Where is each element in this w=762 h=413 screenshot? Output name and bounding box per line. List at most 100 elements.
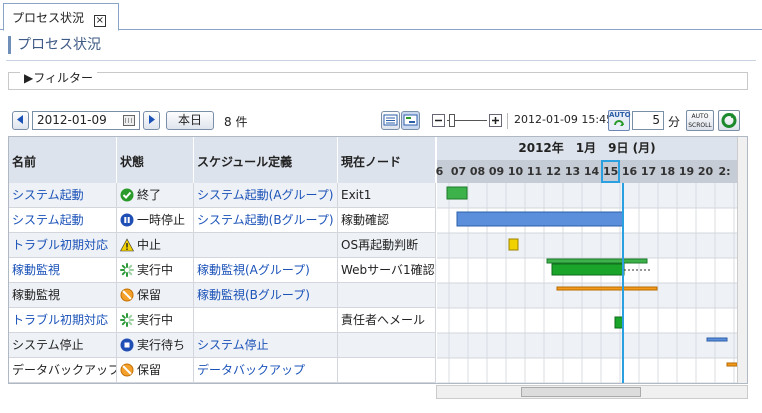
process-status: 保留 (117, 283, 194, 308)
schedule-definition (194, 233, 338, 258)
table-row[interactable]: システム起動 終了 システム起動(Aグループ) Exit1 (9, 183, 436, 208)
process-name[interactable]: トラブル初期対応 (9, 233, 117, 258)
schedule-definition[interactable]: システム起動(Bグループ) (194, 208, 338, 233)
date-input[interactable]: 2012-01-09 (32, 111, 140, 130)
list-view-button[interactable] (381, 111, 400, 130)
current-node (338, 358, 436, 383)
zoom-in-button[interactable] (489, 114, 502, 127)
pause-icon (120, 211, 134, 227)
warning-icon (119, 236, 135, 252)
schedule-definition (194, 308, 338, 333)
table-row[interactable]: トラブル初期対応 実行中 責任者へメール (9, 308, 436, 333)
refresh-button[interactable] (718, 110, 740, 131)
auto-scroll-button[interactable]: AUTO SCROLL (686, 110, 714, 131)
hold-icon (120, 286, 134, 302)
current-node (338, 333, 436, 358)
scrollbar-thumb[interactable] (521, 387, 641, 397)
running-icon (120, 311, 134, 327)
gantt-bar (614, 316, 624, 329)
current-node: 稼動確認 (338, 208, 436, 233)
tab-process-status[interactable]: プロセス状況 × (3, 3, 119, 31)
hold-icon (120, 361, 134, 377)
title-divider (6, 60, 756, 61)
gantt-hour-label: 10 (507, 165, 524, 178)
process-name[interactable]: システム起動 (9, 183, 117, 208)
calendar-icon[interactable] (123, 115, 135, 126)
schedule-definition[interactable]: データバックアップ (194, 358, 338, 383)
gantt-row-band (437, 333, 737, 358)
gantt-bar (726, 362, 737, 367)
gantt-hour-label: 08 (469, 165, 486, 178)
schedule-definition[interactable]: 稼動監視(Aグループ) (194, 258, 338, 283)
refresh-icon (614, 120, 624, 126)
gantt-bar (456, 211, 624, 227)
check-icon (120, 186, 134, 202)
schedule-definition[interactable]: 稼動監視(Bグループ) (194, 283, 338, 308)
process-status: 実行中 (117, 308, 194, 333)
process-status: 終了 (117, 183, 194, 208)
process-name: データバックアップ (9, 358, 117, 383)
gantt-bar (508, 238, 519, 251)
status-label: 一時停止 (137, 213, 186, 227)
gantt-bar (556, 286, 658, 291)
status-label: 中止 (137, 238, 162, 252)
gantt-chart: 2012年 1月 9日 (月) 6 07 08 09 10 11 12 13 14 15 16 17 1… (436, 137, 747, 383)
plus-icon (492, 117, 499, 124)
current-node: Webサーバ1確認 (338, 258, 436, 283)
triangle-right-icon (149, 115, 155, 124)
current-node: Exit1 (338, 183, 436, 208)
column-header-node[interactable]: 現在ノード (338, 137, 436, 183)
gantt-body (437, 183, 737, 383)
zoom-slider-handle[interactable] (449, 114, 455, 127)
process-status: 実行待ち (117, 333, 194, 358)
date-value: 2012-01-09 (37, 113, 107, 127)
next-day-button[interactable] (143, 111, 160, 130)
status-label: 実行中 (137, 313, 174, 327)
schedule-definition[interactable]: システム起動(Aグループ) (194, 183, 338, 208)
tab-strip: プロセス状況 × (0, 0, 762, 31)
table-row[interactable]: 稼動監視 実行中 稼動監視(Aグループ) Webサーバ1確認 (9, 258, 436, 283)
refresh-interval-input[interactable]: 5 (632, 111, 664, 130)
auto-refresh-button[interactable]: AUTO (608, 110, 631, 131)
process-name[interactable]: トラブル初期対応 (9, 308, 117, 333)
vertical-scrollbar[interactable] (737, 137, 747, 383)
filter-panel (8, 72, 748, 89)
refresh-icon (721, 113, 737, 128)
column-header-schedule[interactable]: スケジュール定義 (194, 137, 338, 183)
minus-icon (435, 119, 442, 122)
process-name[interactable]: システム起動 (9, 208, 117, 233)
gantt-hour-label: 17 (640, 165, 657, 178)
gantt-hour-label: 18 (659, 165, 676, 178)
gantt-hour-label: 15 (601, 160, 620, 183)
table-row[interactable]: システム停止 実行待ち システム停止 (9, 333, 436, 358)
process-table: 名前 状態 スケジュール定義 現在ノード システム起動 終了 システム起動(Aグルー… (8, 136, 748, 384)
gantt-bar (546, 258, 648, 264)
gantt-bar (446, 186, 468, 200)
prev-day-button[interactable] (12, 111, 29, 130)
gantt-hour-label: 13 (564, 165, 581, 178)
status-label: 実行中 (137, 263, 174, 277)
table-row[interactable]: 稼動監視 保留 稼動監視(Bグループ) (9, 283, 436, 308)
column-header-status[interactable]: 状態 (117, 137, 194, 183)
process-status: 一時停止 (117, 208, 194, 233)
process-name: 稼動監視 (9, 283, 117, 308)
close-icon[interactable]: × (93, 15, 106, 27)
auto-label: AUTO (609, 111, 631, 119)
schedule-definition[interactable]: システム停止 (194, 333, 338, 358)
horizontal-scrollbar[interactable] (436, 385, 748, 399)
list-view-icon (383, 114, 398, 126)
filter-toggle[interactable]: ▶フィルター (20, 71, 97, 85)
today-button[interactable]: 本日 (166, 111, 214, 130)
gantt-row-band (437, 308, 737, 333)
table-row[interactable]: システム起動 一時停止 システム起動(Bグループ) 稼動確認 (9, 208, 436, 233)
zoom-out-button[interactable] (432, 114, 445, 127)
gantt-hour-label: 16 (621, 165, 638, 178)
toolbar-separator (507, 113, 508, 129)
table-row[interactable]: トラブル初期対応 中止 OS再起動判断 (9, 233, 436, 258)
column-header-name[interactable]: 名前 (9, 137, 117, 183)
table-row[interactable]: データバックアップ 保留 データバックアップ (9, 358, 436, 383)
gantt-hour-label: 07 (450, 165, 467, 178)
gantt-view-button[interactable] (401, 111, 420, 130)
process-name[interactable]: 稼動監視 (9, 258, 117, 283)
gantt-view-icon (403, 114, 418, 126)
